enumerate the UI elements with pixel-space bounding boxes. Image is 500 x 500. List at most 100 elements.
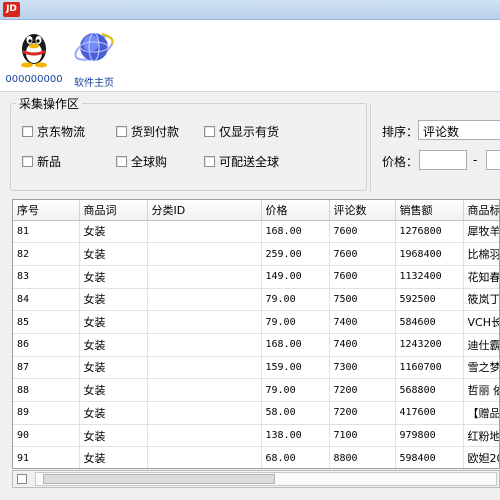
table-cell [147, 356, 262, 380]
toolbar: 000000000 软件主页 [0, 20, 500, 92]
table-cell: 7400 [329, 310, 396, 334]
table-cell [147, 401, 262, 425]
table-cell: 筱岚丁 [463, 288, 499, 312]
table-cell [147, 333, 262, 357]
table-cell: 女装 [79, 220, 148, 244]
table-row[interactable]: 84 女装 79.00 7500 592500 筱岚丁 [13, 288, 499, 312]
table-cell: 女装 [79, 356, 148, 380]
table-cell: 女装 [79, 446, 148, 468]
table-cell: 女装 [79, 424, 148, 448]
table-cell [147, 446, 262, 468]
global-purchase-checkbox[interactable]: 全球购 [116, 153, 167, 170]
table-cell: 花知春 [463, 265, 499, 289]
price-min-input[interactable] [419, 150, 467, 170]
table-cell: 红粉地 [463, 424, 499, 448]
table-cell: 584600 [395, 310, 464, 334]
column-header[interactable]: 商品词 [79, 200, 148, 221]
table-cell: 女装 [79, 333, 148, 357]
bottom-bar [12, 470, 500, 488]
table-cell: 138.00 [261, 424, 330, 448]
table-cell: 68.00 [261, 446, 330, 468]
qq-penguin-icon [21, 34, 47, 68]
table-cell: 欧妲20 [463, 446, 499, 468]
table-cell: 83 [13, 265, 80, 289]
column-header[interactable]: 销售额 [395, 200, 464, 221]
ship-worldwide-checkbox[interactable]: 可配送全球 [204, 153, 279, 170]
row-select-box[interactable] [17, 474, 27, 484]
table-cell: 87 [13, 356, 80, 380]
table-cell: 79.00 [261, 310, 330, 334]
table-cell: 7600 [329, 242, 396, 266]
collect-groupbox [10, 103, 367, 191]
table-cell [147, 265, 262, 289]
column-header[interactable]: 评论数 [329, 200, 396, 221]
table-cell: 1968400 [395, 242, 464, 266]
table-cell [147, 288, 262, 312]
table-row[interactable]: 81 女装 168.00 7600 1276800 犀牧羊 [13, 220, 499, 244]
table-cell: 【赠品 [463, 401, 499, 425]
table-cell: 7400 [329, 333, 396, 357]
table-row[interactable]: 89 女装 58.00 7200 417600 【赠品 [13, 401, 499, 425]
table-cell: 84 [13, 288, 80, 312]
table-cell: 1276800 [395, 220, 464, 244]
table-cell: 7600 [329, 265, 396, 289]
jd-logistics-checkbox[interactable]: 京东物流 [22, 123, 85, 140]
table-row[interactable]: 85女装 79.007400584600VCH长袖 [13, 310, 499, 334]
table-cell: 1160700 [395, 356, 464, 380]
table-cell: 79.00 [261, 378, 330, 402]
table-cell: 女装 [79, 401, 148, 425]
table-row[interactable]: 82女装 259.0076001968400比棉羽绒 [13, 242, 499, 266]
table-cell: 89 [13, 401, 80, 425]
table-row[interactable]: 86 女装 168.00 7400 1243200 迪仕霸 [13, 333, 499, 357]
table-cell [147, 310, 262, 334]
qq-button[interactable]: 000000000 [4, 26, 64, 85]
table-row[interactable]: 83 女装 149.00 7600 1132400 花知春 [13, 265, 499, 289]
table-cell: 90 [13, 424, 80, 448]
table-cell: 1132400 [395, 265, 464, 289]
globe-icon [74, 32, 114, 62]
table-cell: 7100 [329, 424, 396, 448]
table-cell: 592500 [395, 288, 464, 312]
price-max-input[interactable] [486, 150, 500, 170]
table-row[interactable]: 90 女装 138.00 7100 979800 红粉地 [13, 424, 499, 448]
results-table[interactable]: 序号商品词分类ID价格评论数销售额商品标题 81女装168.0076001276… [12, 199, 500, 469]
software-home-button[interactable]: 软件主页 [64, 26, 124, 89]
scrollbar-thumb[interactable] [43, 474, 275, 484]
new-product-checkbox[interactable]: 新品 [22, 153, 61, 170]
table-cell: 86 [13, 333, 80, 357]
table-cell: 8800 [329, 446, 396, 468]
table-cell: 417600 [395, 401, 464, 425]
table-cell: 91 [13, 446, 80, 468]
table-cell: 女装 [79, 242, 148, 266]
table-cell: 82 [13, 242, 80, 266]
table-cell: 88 [13, 378, 80, 402]
cash-on-delivery-checkbox[interactable]: 货到付款 [116, 123, 179, 140]
table-header-row: 序号商品词分类ID价格评论数销售额商品标题 [13, 200, 499, 221]
table-cell: VCH长袖 [463, 310, 499, 334]
table-row[interactable]: 88女装 79.007200568800哲丽 依 [13, 378, 499, 402]
price-dash: - [473, 153, 478, 167]
table-cell: 7300 [329, 356, 396, 380]
software-home-label: 软件主页 [74, 78, 114, 89]
table-cell: 568800 [395, 378, 464, 402]
column-header[interactable]: 分类ID [147, 200, 262, 221]
table-row[interactable]: 91 女装 68.00 8800 598400 欧妲20 [13, 446, 499, 468]
table-cell: 犀牧羊 [463, 220, 499, 244]
table-cell: 168.00 [261, 220, 330, 244]
table-cell: 7500 [329, 288, 396, 312]
table-row[interactable]: 87 女装 159.00 7300 1160700 雪之梦 [13, 356, 499, 380]
table-cell [147, 242, 262, 266]
table-cell: 598400 [395, 446, 464, 468]
column-header[interactable]: 价格 [261, 200, 330, 221]
table-cell: 159.00 [261, 356, 330, 380]
column-header[interactable]: 序号 [13, 200, 80, 221]
table-cell: 58.00 [261, 401, 330, 425]
table-cell: 979800 [395, 424, 464, 448]
in-stock-only-checkbox[interactable]: 仅显示有货 [204, 123, 279, 140]
sort-select[interactable]: 评论数 [418, 120, 500, 140]
jd-app-icon: JD [3, 2, 20, 17]
table-cell: 168.00 [261, 333, 330, 357]
column-header[interactable]: 商品标题 [463, 200, 499, 221]
title-bar: JD [0, 0, 500, 20]
collect-groupbox-title: 采集操作区 [16, 95, 83, 112]
